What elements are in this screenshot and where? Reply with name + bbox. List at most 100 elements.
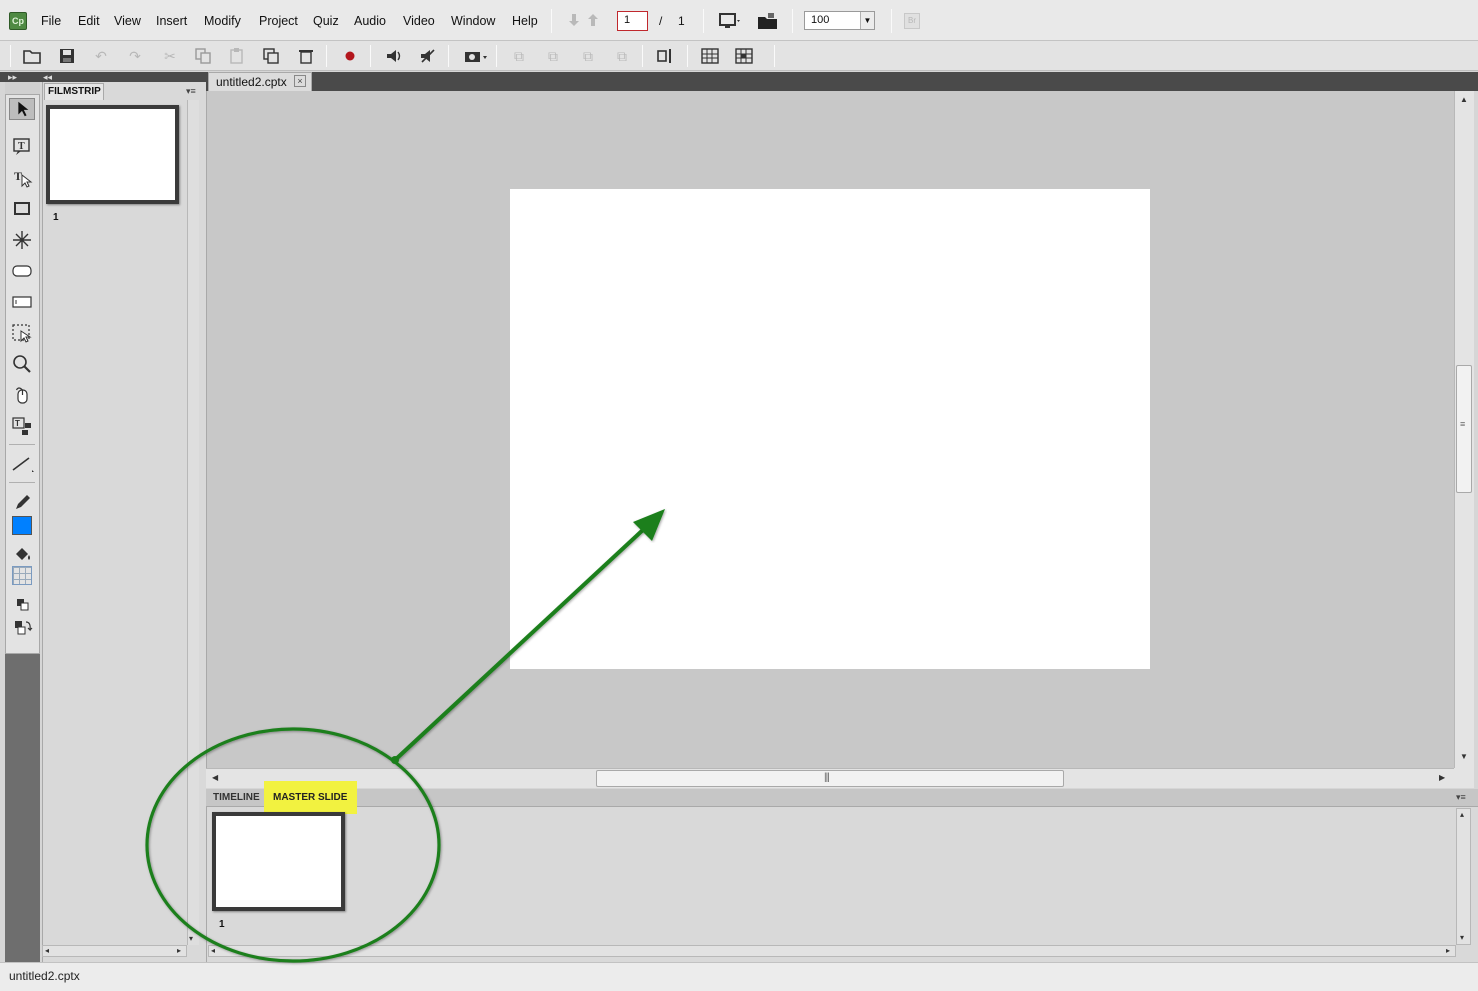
toolbar-separator bbox=[370, 45, 371, 67]
toolbar-separator bbox=[326, 45, 327, 67]
menu-file[interactable]: File bbox=[41, 14, 61, 28]
menu-separator bbox=[551, 9, 552, 33]
text-caption-tool-icon[interactable]: T bbox=[9, 136, 35, 158]
master-slide-thumbnail[interactable] bbox=[212, 812, 345, 911]
filmstrip-panel bbox=[42, 82, 206, 962]
audio-remove-icon[interactable] bbox=[418, 46, 438, 66]
menu-help[interactable]: Help bbox=[512, 14, 538, 28]
undo-icon[interactable]: ↶ bbox=[91, 46, 111, 66]
copy-icon[interactable] bbox=[193, 46, 213, 66]
selection-tool-icon[interactable] bbox=[9, 98, 35, 120]
pencil-tool-icon[interactable] bbox=[9, 491, 35, 513]
scroll-up-icon[interactable]: ▲ bbox=[1460, 95, 1468, 104]
default-colors-icon[interactable] bbox=[9, 593, 35, 615]
tools-panel-empty bbox=[5, 654, 40, 962]
slide-count-separator: / bbox=[659, 14, 662, 28]
bottom-panel-vertical-scrollbar[interactable] bbox=[1456, 808, 1471, 945]
tab-master-slide[interactable]: MASTER SLIDE bbox=[273, 792, 347, 803]
send-backward-icon[interactable]: ⧉ bbox=[543, 46, 563, 66]
bottom-panel-horizontal-scrollbar[interactable] bbox=[208, 945, 1456, 957]
menu-separator bbox=[792, 9, 793, 33]
swap-colors-icon[interactable] bbox=[9, 617, 35, 639]
cut-icon[interactable]: ✂ bbox=[160, 46, 180, 66]
menu-quiz[interactable]: Quiz bbox=[313, 14, 339, 28]
scroll-down-icon[interactable]: ▾ bbox=[189, 934, 193, 943]
previous-slide-icon[interactable] bbox=[568, 13, 580, 27]
tools-separator bbox=[9, 482, 35, 483]
chevron-down-icon[interactable]: ▼ bbox=[860, 12, 874, 29]
slide-stage[interactable] bbox=[510, 189, 1150, 669]
duplicate-icon[interactable] bbox=[261, 46, 281, 66]
next-slide-icon[interactable] bbox=[587, 13, 599, 27]
menu-edit[interactable]: Edit bbox=[78, 14, 100, 28]
menu-modify[interactable]: Modify bbox=[204, 14, 241, 28]
send-back-icon[interactable]: ⧉ bbox=[612, 46, 632, 66]
menu-audio[interactable]: Audio bbox=[354, 14, 386, 28]
panel-menu-icon[interactable]: ▾≡ bbox=[1456, 792, 1466, 803]
current-slide-input[interactable]: 1 bbox=[617, 11, 648, 31]
fill-color-swatch[interactable] bbox=[12, 516, 32, 535]
tools-panel-grip bbox=[5, 82, 40, 94]
menu-video[interactable]: Video bbox=[403, 14, 435, 28]
delete-icon[interactable] bbox=[296, 46, 316, 66]
highlight-box-tool-icon[interactable] bbox=[9, 229, 35, 251]
scroll-left-icon[interactable]: ◂ bbox=[45, 946, 49, 955]
redo-icon[interactable]: ↷ bbox=[125, 46, 145, 66]
align-icon[interactable] bbox=[655, 46, 675, 66]
menu-project[interactable]: Project bbox=[259, 14, 298, 28]
stroke-color-swatch[interactable] bbox=[12, 566, 32, 585]
scroll-right-icon[interactable]: ▶ bbox=[1439, 773, 1445, 782]
zoom-select[interactable]: 100 ▼ bbox=[804, 11, 875, 30]
grid-snap-icon[interactable] bbox=[734, 46, 754, 66]
button-tool-icon[interactable] bbox=[9, 260, 35, 282]
mouse-tool-icon[interactable] bbox=[9, 384, 35, 406]
scroll-right-icon[interactable]: ▸ bbox=[1446, 946, 1450, 955]
paste-icon[interactable] bbox=[227, 46, 247, 66]
bring-front-icon[interactable]: ⧉ bbox=[578, 46, 598, 66]
panel-menu-icon[interactable]: ▾≡ bbox=[186, 86, 196, 97]
menu-view[interactable]: View bbox=[114, 14, 141, 28]
filmstrip-vertical-scrollbar[interactable] bbox=[187, 100, 199, 945]
audio-icon[interactable] bbox=[384, 46, 404, 66]
grid-icon[interactable] bbox=[700, 46, 720, 66]
menu-window[interactable]: Window bbox=[451, 14, 495, 28]
scroll-left-icon[interactable]: ◂ bbox=[211, 946, 215, 955]
toolbar-separator bbox=[496, 45, 497, 67]
scroll-up-icon[interactable]: ▴ bbox=[1460, 810, 1464, 819]
bottom-tab-bar bbox=[206, 789, 1478, 807]
camera-icon[interactable] bbox=[463, 46, 489, 66]
filmstrip-tab[interactable]: FILMSTRIP bbox=[44, 83, 104, 100]
text-entry-box-tool-icon[interactable] bbox=[9, 291, 35, 313]
zoom-area-tool-icon[interactable] bbox=[9, 353, 35, 375]
tab-timeline[interactable]: TIMELINE bbox=[213, 792, 260, 803]
record-icon[interactable] bbox=[340, 46, 360, 66]
scroll-down-icon[interactable]: ▾ bbox=[1460, 933, 1464, 942]
save-icon[interactable] bbox=[57, 46, 77, 66]
bring-forward-icon[interactable]: ⧉ bbox=[509, 46, 529, 66]
toolbar-grip bbox=[10, 45, 11, 67]
bridge-button[interactable]: Br bbox=[904, 13, 920, 29]
scroll-grip-icon: ||| bbox=[824, 772, 829, 783]
scroll-left-icon[interactable]: ◀ bbox=[212, 773, 218, 782]
preview-icon[interactable] bbox=[718, 12, 742, 30]
filmstrip-horizontal-scrollbar[interactable] bbox=[42, 945, 187, 957]
scroll-right-icon[interactable]: ▸ bbox=[177, 946, 181, 955]
close-icon[interactable]: × bbox=[294, 75, 306, 87]
rollover-slidelet-tool-icon[interactable]: T bbox=[9, 415, 35, 437]
filmstrip-slide-thumbnail[interactable] bbox=[46, 105, 179, 204]
canvas-horizontal-scroll-thumb[interactable] bbox=[596, 770, 1064, 787]
rollover-image-tool-icon[interactable] bbox=[9, 198, 35, 220]
line-tool-icon[interactable] bbox=[9, 453, 35, 475]
paint-bucket-icon[interactable] bbox=[9, 543, 35, 565]
open-icon[interactable] bbox=[22, 46, 42, 66]
publish-icon[interactable] bbox=[757, 12, 779, 30]
menu-insert[interactable]: Insert bbox=[156, 14, 187, 28]
menu-separator bbox=[703, 9, 704, 33]
click-box-tool-icon[interactable] bbox=[9, 322, 35, 344]
panel-header-strip bbox=[0, 72, 206, 82]
rollover-caption-tool-icon[interactable]: T bbox=[9, 167, 35, 189]
document-tab-bar bbox=[206, 72, 1478, 91]
captivate-app-icon[interactable]: Cp bbox=[9, 12, 27, 30]
canvas-vertical-scroll-thumb[interactable] bbox=[1456, 365, 1472, 493]
scroll-down-icon[interactable]: ▼ bbox=[1460, 752, 1468, 761]
